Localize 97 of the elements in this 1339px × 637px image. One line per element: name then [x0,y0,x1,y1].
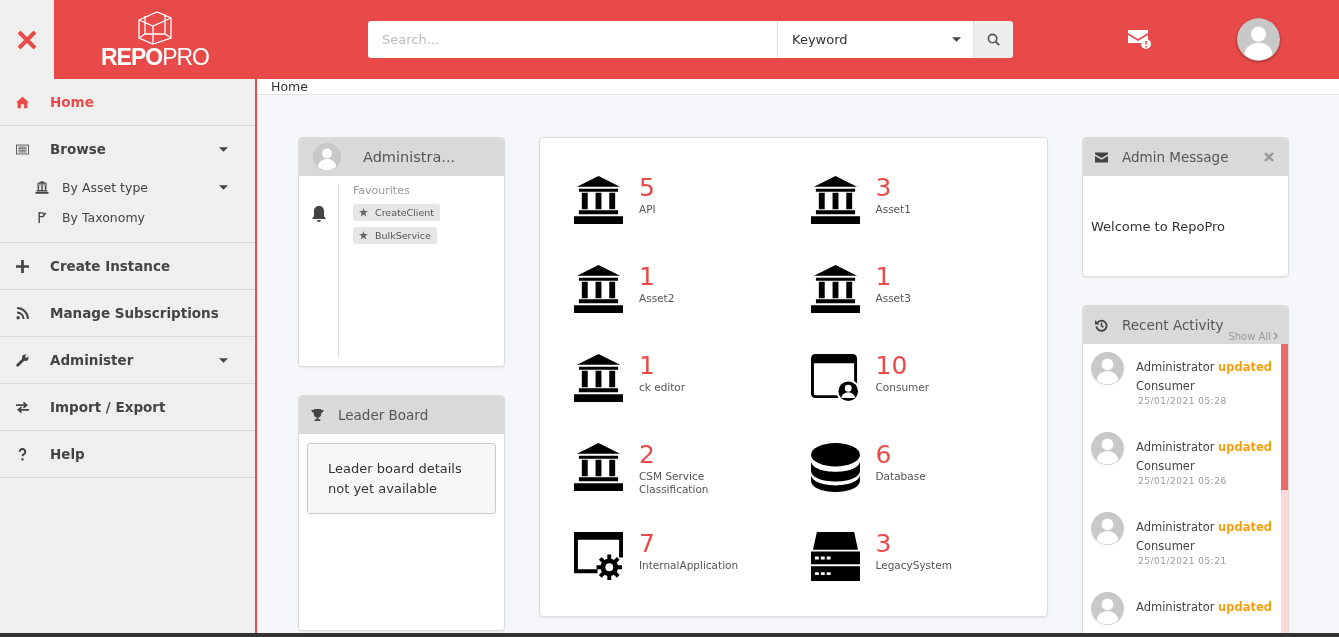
asset-type-name: Database [875,469,926,484]
repopro-logo: REPOPRO [54,0,256,79]
search-icon [987,33,1000,46]
envelope-icon [1095,150,1108,164]
avatar-icon [1091,432,1124,465]
asset-count[interactable]: 7 [639,530,739,559]
home-icon [16,95,29,109]
history-icon [1095,318,1108,332]
show-all-link[interactable]: Show All [1228,331,1278,342]
activity-text: Administrator updated [1136,439,1272,456]
sidebar-item[interactable]: Home [0,79,255,125]
caret-icon [219,146,228,152]
activity-target: Consumer [1136,378,1196,395]
admin-message-text: Welcome to RepoPro [1091,218,1226,234]
breadcrumb: Home [271,79,308,94]
asset-type-name: ck editor [639,380,686,395]
bell-icon [311,206,326,222]
activity-time: 25/01/2021 05:28 [1138,396,1228,406]
wrench-icon [16,353,29,367]
avatar-icon [313,143,341,171]
avatar-icon [1091,352,1124,385]
search-type-dropdown[interactable]: Keyword [777,21,973,58]
sidebar-item[interactable]: Help [0,431,255,477]
sidebar-item[interactable]: Administer [0,337,255,383]
bank-icon [35,180,49,194]
asset-type-name: LegacySystem [875,558,952,573]
rss-icon [16,306,29,320]
asset-type-name: InternalApplication [639,558,739,573]
card-title: Admin Message [1122,149,1229,165]
close-icon [17,29,37,50]
favourite-tag[interactable]: CreateClient [353,204,441,221]
card-title: Recent Activity [1122,317,1224,333]
search-field[interactable]: Search... [368,21,777,58]
asset-count[interactable]: 6 [875,441,926,470]
asset-count[interactable]: 10 [875,352,930,381]
activity-text: Administrator updated [1136,359,1272,376]
asset-type-name: Asset2 [639,291,675,306]
activity-target: Consumer [1136,458,1196,475]
asset-count[interactable]: 2 [639,441,729,470]
user-avatar-button[interactable] [1237,18,1280,61]
asset-type-name: API [639,202,656,217]
asset-type-name: Consumer [875,380,930,395]
activity-text: Administrator updated [1136,519,1272,536]
bank-icon [574,443,623,492]
activity-target: Consumer [1136,538,1196,555]
close-button[interactable] [0,0,54,79]
bank-icon [574,265,623,314]
chevron-right-icon [1273,332,1278,340]
user-name: Administra... [363,149,456,165]
sidebar-subitem[interactable]: By Taxonomy [0,202,255,232]
close-icon [1264,152,1274,162]
avatar-icon [1091,512,1124,545]
sidebar-item[interactable]: Create Instance [0,243,255,289]
asset-type-name: Asset1 [875,202,911,217]
favourite-tag[interactable]: BulkService [353,227,437,244]
asset-count[interactable]: 3 [875,174,911,203]
asset-type-name: Asset3 [875,291,911,306]
bank-icon [574,354,623,403]
favourites-title: Favourites [353,184,410,197]
caret-icon [219,184,228,190]
plus-icon [16,259,29,273]
asset-count[interactable]: 1 [639,263,675,292]
message-alert-button[interactable] [1128,29,1152,50]
sidebar-item[interactable]: Import / Export [0,384,255,430]
window-user-icon [810,354,860,403]
sidebar-subitem[interactable]: By Asset type [0,172,255,202]
caret-icon [952,37,961,42]
close-button[interactable] [1264,152,1274,162]
activity-text: Administrator updated [1136,599,1272,616]
sidebar-item[interactable]: Manage Subscriptions [0,290,255,336]
window-gear-icon [574,532,623,581]
asset-count[interactable]: 1 [875,263,911,292]
star-icon [359,231,368,240]
asset-count[interactable]: 3 [875,530,952,559]
bank-icon [810,176,860,225]
mail-alert-icon [1128,29,1152,50]
exchange-icon [16,400,29,414]
bank-icon [574,176,623,225]
leader-board-message: Leader board details not yet available [307,443,496,514]
sidebar-item[interactable]: Browse [0,126,255,172]
help-icon [16,447,29,461]
asset-type-name: CSM Service Classification [639,469,710,498]
avatar-icon [1091,592,1124,625]
star-icon [359,208,368,217]
card-title: Leader Board [338,407,429,423]
asset-count[interactable]: 5 [639,174,656,203]
list-icon [16,142,29,156]
caret-icon [219,357,228,363]
database-icon [810,443,860,492]
activity-time: 25/01/2021 05:21 [1138,556,1228,566]
avatar-icon [1237,18,1280,61]
bank-icon [810,265,860,314]
search-button[interactable] [973,21,1013,58]
activity-time: 25/01/2021 05:26 [1138,476,1228,486]
asset-count[interactable]: 1 [639,352,686,381]
trophy-icon [311,408,324,422]
server-icon [810,532,860,581]
